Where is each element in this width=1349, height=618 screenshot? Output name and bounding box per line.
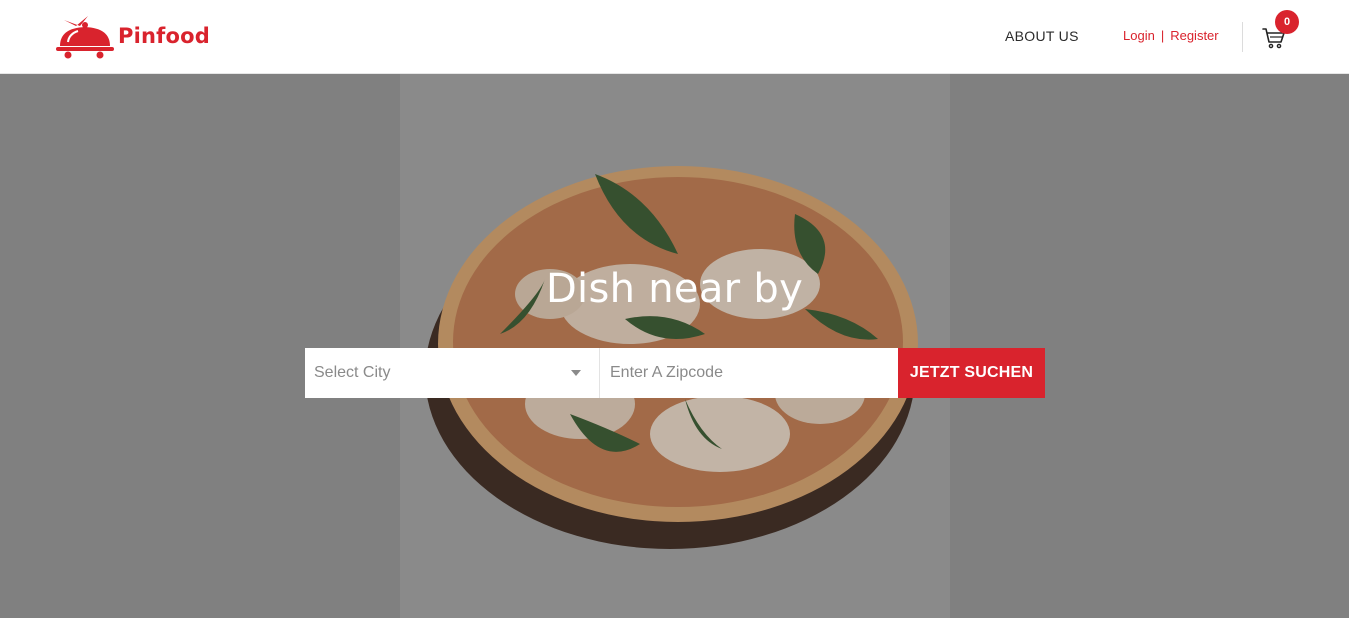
search-bar: Select City JETZT SUCHEN xyxy=(305,348,1045,398)
zipcode-input[interactable] xyxy=(600,348,898,398)
food-cloche-icon xyxy=(56,16,114,59)
site-header: Pinfood ABOUT US Login | Register 0 xyxy=(0,0,1349,74)
register-link[interactable]: Register xyxy=(1170,28,1218,43)
auth-links: Login | Register xyxy=(1123,28,1219,43)
city-select-value: Select City xyxy=(314,364,391,381)
pizza-photo xyxy=(400,74,950,618)
search-button[interactable]: JETZT SUCHEN xyxy=(898,348,1045,398)
auth-separator: | xyxy=(1160,28,1165,43)
header-divider xyxy=(1242,22,1243,52)
hero-section: Dish near by Select City JETZT SUCHEN xyxy=(0,74,1349,618)
chevron-down-icon xyxy=(571,370,581,376)
cart-count-badge: 0 xyxy=(1275,10,1299,34)
brand-name: Pinfood xyxy=(118,24,210,48)
login-link[interactable]: Login xyxy=(1123,28,1155,43)
logo[interactable]: Pinfood xyxy=(54,12,210,60)
hero-title: Dish near by xyxy=(545,266,804,312)
nav-about-us-link[interactable]: ABOUT US xyxy=(1005,28,1079,44)
city-select[interactable]: Select City xyxy=(305,348,600,398)
